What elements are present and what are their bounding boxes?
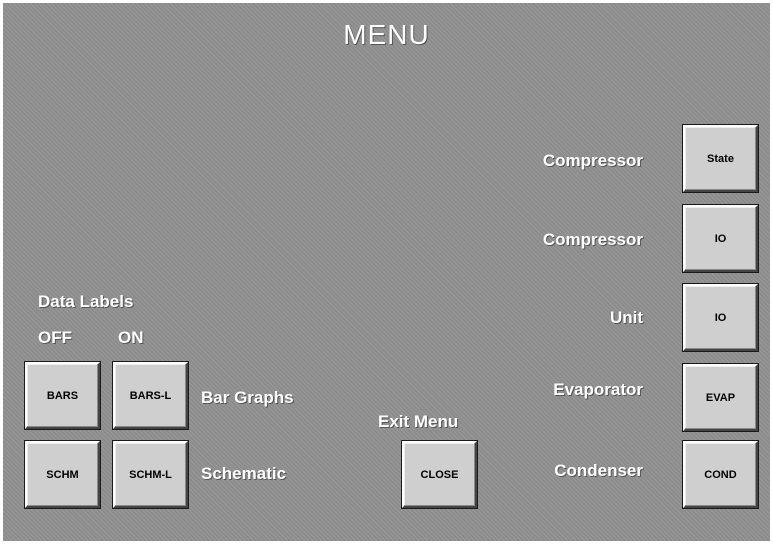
exit-menu-label: Exit Menu bbox=[378, 412, 459, 431]
compressor-io-label: Compressor bbox=[542, 230, 643, 249]
data-labels-on: ON bbox=[118, 328, 144, 347]
schematic-labeled-button[interactable]: SCHM-L bbox=[113, 441, 188, 508]
bars-button[interactable]: BARS bbox=[25, 362, 100, 429]
evaporator-button[interactable]: EVAP bbox=[683, 364, 758, 431]
bars-labeled-button[interactable]: BARS-L bbox=[113, 362, 188, 429]
menu-panel: MENU Compressor State Compressor IO Unit… bbox=[3, 3, 770, 541]
evaporator-label: Evaporator bbox=[553, 380, 643, 399]
menu-title: MENU bbox=[343, 19, 430, 50]
data-labels-off: OFF bbox=[38, 328, 72, 347]
compressor-state-button[interactable]: State bbox=[683, 125, 758, 192]
close-button[interactable]: CLOSE bbox=[402, 441, 477, 508]
schematic-label: Schematic bbox=[201, 464, 287, 483]
compressor-io-button[interactable]: IO bbox=[683, 205, 758, 272]
bar-graphs-label: Bar Graphs bbox=[201, 388, 294, 407]
data-labels-heading: Data Labels bbox=[38, 292, 134, 311]
compressor-state-label: Compressor bbox=[542, 151, 643, 170]
unit-io-button[interactable]: IO bbox=[683, 284, 758, 351]
unit-io-label: Unit bbox=[609, 308, 643, 327]
condenser-button[interactable]: COND bbox=[683, 441, 758, 508]
schematic-button[interactable]: SCHM bbox=[25, 441, 100, 508]
